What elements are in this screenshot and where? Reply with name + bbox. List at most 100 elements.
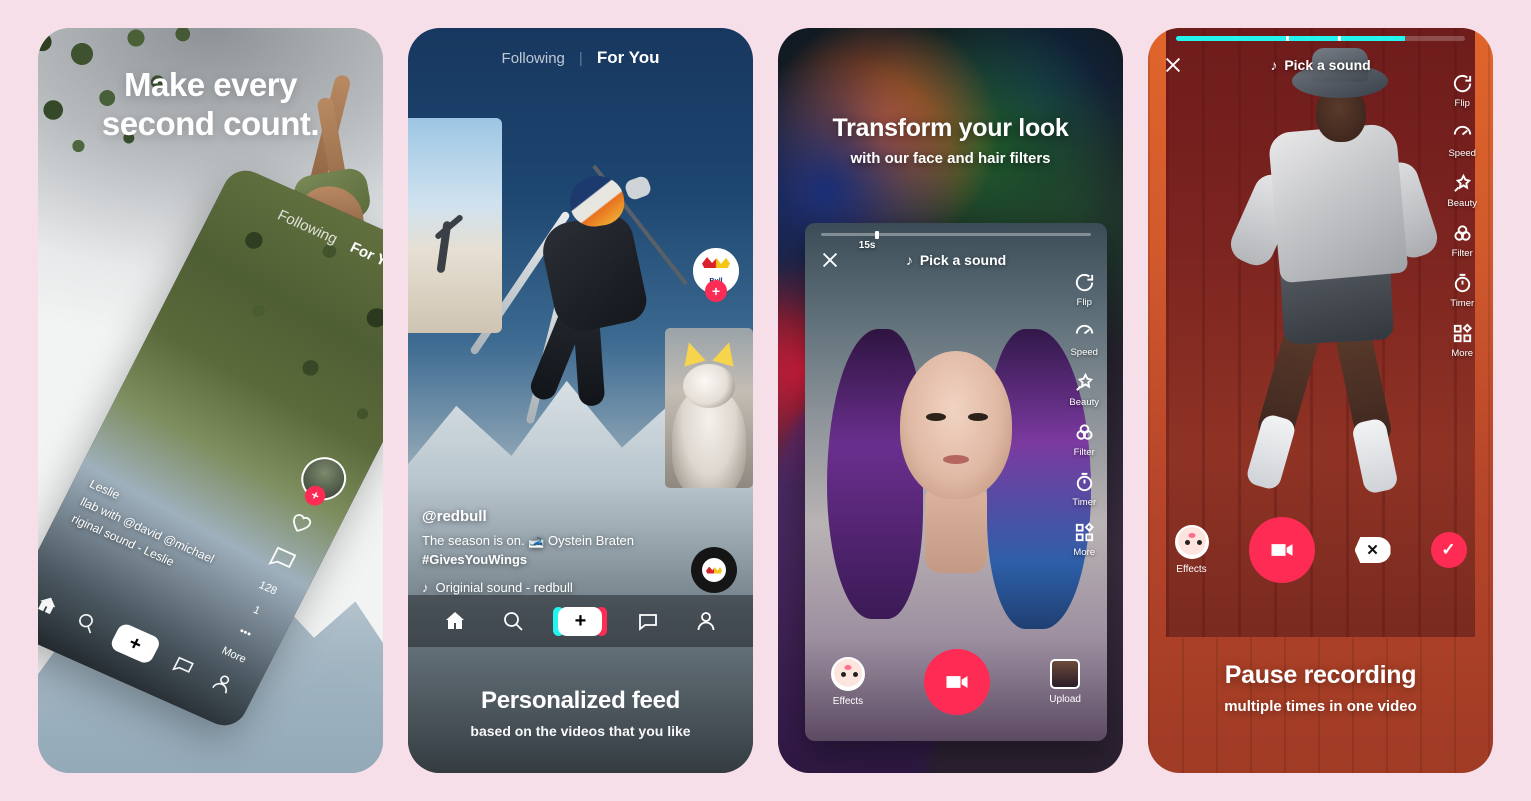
panel4-recording-progress[interactable] <box>1176 36 1465 41</box>
panel2-sound-disc[interactable] <box>691 547 737 593</box>
video-camera-icon <box>1271 544 1292 556</box>
timer-icon <box>1076 472 1092 492</box>
panel3-effects-label: Effects <box>832 696 864 707</box>
panel4-pick-a-sound-button[interactable]: ♪ Pick a sound <box>1270 57 1370 73</box>
panel1-more-dots-icon[interactable]: ••• <box>237 625 253 640</box>
panel1-comment-count: 1 <box>250 604 263 618</box>
panel-personalized-feed: Following | For You Bull + <box>408 28 753 773</box>
close-icon[interactable] <box>1162 54 1184 76</box>
inbox-icon[interactable] <box>169 651 199 680</box>
panel-transform-your-look: Transform your look with our face and ha… <box>778 28 1123 773</box>
panel2-description: The season is on. 🎿 Oystein Braten <box>422 533 635 549</box>
panel4-record-button[interactable] <box>1248 517 1315 583</box>
panel4-tool-flip[interactable]: Flip <box>1451 72 1474 109</box>
panel2-sound-row[interactable]: ♪ Originial sound - redbull <box>422 580 679 595</box>
panel4-effects-label: Effects <box>1176 564 1207 575</box>
panel4-tool-flip-label: Flip <box>1454 98 1470 109</box>
heart-icon[interactable] <box>282 504 320 540</box>
panel4-tool-filter[interactable]: Filter <box>1451 222 1474 259</box>
panel2-hashtag[interactable]: #GivesYouWings <box>422 551 679 570</box>
comment-icon[interactable] <box>264 541 302 577</box>
panel3-upload-label: Upload <box>1049 694 1081 705</box>
panel2-post-meta: @redbull The season is on. 🎿 Oystein Bra… <box>422 508 679 595</box>
panel2-avatar-redbull[interactable]: Bull + <box>693 248 739 302</box>
close-icon[interactable] <box>819 249 841 271</box>
checkmark-icon: ✓ <box>1441 540 1456 559</box>
panel4-camera-bottom-bar: Effects ✕ ✓ <box>1148 517 1493 583</box>
flip-camera-icon <box>1075 273 1093 292</box>
video-camera-icon <box>946 676 968 688</box>
panel3-tool-flip-label: Flip <box>1076 297 1092 308</box>
profile-icon[interactable] <box>208 668 238 697</box>
panel1-headline: Make every second count. <box>38 66 383 144</box>
panel3-pick-a-sound-button[interactable]: ♪ Pick a sound <box>906 252 1006 268</box>
panel2-tab-following[interactable]: Following <box>502 50 565 67</box>
panel4-delete-clip-button[interactable]: ✕ <box>1354 537 1391 563</box>
panel3-tool-speed-label: Speed <box>1070 347 1098 358</box>
panel2-username[interactable]: @redbull <box>422 508 679 525</box>
effects-face-icon <box>1174 525 1209 559</box>
panel3-pick-a-sound-label: Pick a sound <box>919 252 1007 268</box>
panel3-tool-speed[interactable]: Speed <box>1070 321 1098 358</box>
panel3-effects-button[interactable]: Effects <box>831 657 865 707</box>
panel4-tool-beauty[interactable]: Beauty <box>1447 172 1477 209</box>
music-note-icon: ♪ <box>1270 57 1278 73</box>
panel4-tool-more[interactable]: More <box>1451 322 1474 359</box>
panel2-tab-for-you[interactable]: For You <box>597 48 660 68</box>
app-store-screenshot-gallery: Make every second count. Following For Y… <box>0 0 1531 801</box>
music-note-icon: ♪ <box>905 252 913 268</box>
panel3-tool-filter[interactable]: Filter <box>1073 421 1096 458</box>
more-grid-icon <box>1453 323 1472 343</box>
panel1-headline-line1: Make every <box>124 66 297 103</box>
home-icon[interactable] <box>38 590 63 619</box>
panel2-footer-subtitle: based on the videos that you like <box>470 723 691 739</box>
panel4-effects-button[interactable]: Effects <box>1174 525 1209 575</box>
panel4-tool-speed[interactable]: Speed <box>1448 122 1476 159</box>
panel3-tool-more[interactable]: More <box>1073 521 1096 558</box>
more-grid-icon <box>1075 522 1094 542</box>
panel4-tool-timer[interactable]: Timer <box>1450 272 1474 309</box>
panel3-headline-title: Transform your look <box>832 114 1069 142</box>
profile-icon[interactable] <box>694 609 718 633</box>
panel1-like-count: 128 <box>256 579 279 598</box>
panel2-pip-preview-cat[interactable] <box>665 328 753 488</box>
panel4-tool-more-label: More <box>1451 348 1474 359</box>
panel3-camera-bottom-bar: Effects Upload <box>805 649 1107 715</box>
panel3-camera-topbar: ♪ Pick a sound <box>805 223 1107 279</box>
panel3-tool-beauty[interactable]: Beauty <box>1069 371 1099 408</box>
red-bull-logo-icon <box>702 257 730 268</box>
panel2-tab-separator: | <box>578 49 583 67</box>
home-icon[interactable] <box>443 609 467 633</box>
red-bull-logo-icon <box>706 566 722 574</box>
panel2-bottom-nav: + <box>408 595 753 647</box>
panel2-pip-preview-beach[interactable] <box>408 118 502 333</box>
timer-icon <box>1454 273 1470 293</box>
panel2-sound-label: Originial sound - redbull <box>435 580 573 595</box>
panel4-confirm-button[interactable]: ✓ <box>1430 532 1467 568</box>
backspace-delete-icon: ✕ <box>1366 542 1379 559</box>
panel4-headline: Pause recording multiple times in one vi… <box>1148 661 1493 715</box>
beauty-wand-icon <box>1453 173 1471 192</box>
panel3-headline-subtitle: with our face and hair filters <box>850 150 1051 167</box>
panel3-upload-button[interactable]: Upload <box>1049 659 1081 705</box>
search-icon[interactable] <box>71 608 101 637</box>
search-icon[interactable] <box>501 609 525 633</box>
panel1-follow-button[interactable]: + <box>301 482 329 509</box>
create-icon[interactable]: + <box>553 606 608 636</box>
panel2-action-rail: Bull + <box>693 248 739 302</box>
panel4-tool-filter-label: Filter <box>1451 248 1473 259</box>
panel4-tool-beauty-label: Beauty <box>1447 198 1477 209</box>
filter-circles-icon <box>1076 424 1093 440</box>
panel3-tool-flip[interactable]: Flip <box>1073 271 1096 308</box>
effects-face-icon <box>831 657 865 691</box>
panel3-record-button[interactable] <box>924 649 991 715</box>
panel2-follow-button[interactable]: + <box>705 280 727 302</box>
panel2-footer: Personalized feed based on the videos th… <box>408 687 753 739</box>
panel2-footer-title: Personalized feed <box>481 687 680 714</box>
panel3-tool-timer[interactable]: Timer <box>1072 471 1096 508</box>
panel4-tool-speed-label: Speed <box>1448 148 1476 159</box>
panel4-pick-a-sound-label: Pick a sound <box>1284 57 1371 73</box>
panel4-progress-track <box>1176 36 1465 41</box>
inbox-icon[interactable] <box>636 609 660 633</box>
panel4-headline-title: Pause recording <box>1224 661 1417 689</box>
